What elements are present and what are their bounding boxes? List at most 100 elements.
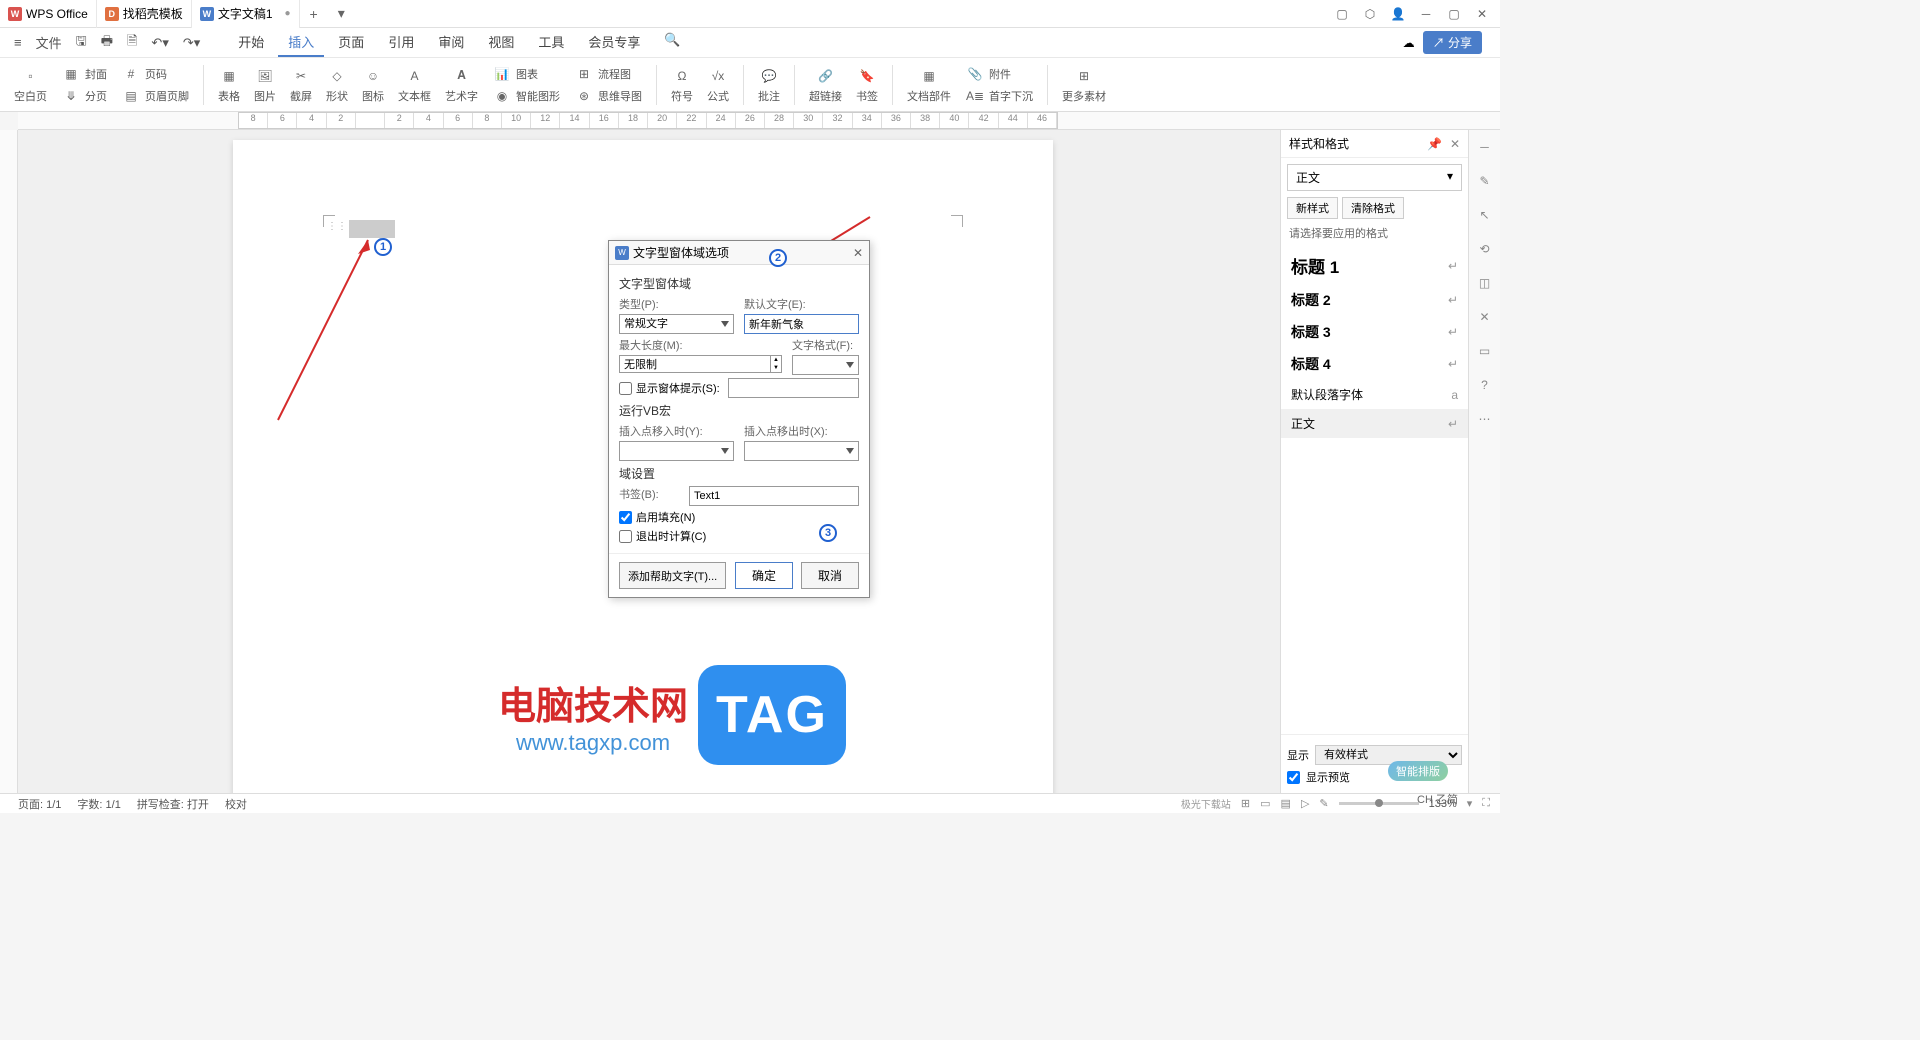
drag-handle[interactable]: ⋮⋮ bbox=[327, 221, 347, 232]
cloud-icon[interactable]: ☁ bbox=[1403, 36, 1415, 50]
select-icon[interactable]: ↖ bbox=[1476, 206, 1494, 224]
type-select[interactable]: 常规文字 bbox=[619, 314, 734, 334]
ribbon-docparts[interactable]: ▦文档部件 bbox=[903, 66, 955, 104]
spin-up[interactable]: ▲ bbox=[771, 356, 781, 364]
current-style[interactable]: 正文 ▾ bbox=[1287, 164, 1462, 191]
file-menu[interactable]: 文件 bbox=[30, 29, 68, 56]
default-text-input[interactable] bbox=[744, 314, 859, 334]
format-select[interactable] bbox=[792, 355, 859, 375]
style-item[interactable]: 默认段落字体a bbox=[1281, 380, 1468, 409]
ribbon-screenshot[interactable]: ✂截屏 bbox=[286, 66, 316, 104]
ribbon-flowchart[interactable]: ⊞流程图 bbox=[574, 64, 642, 84]
ribbon-hyperlink[interactable]: 🔗超链接 bbox=[805, 66, 846, 104]
entry-macro-select[interactable] bbox=[619, 441, 734, 461]
undo-icon[interactable]: ↶▾ bbox=[145, 31, 174, 55]
dialog-titlebar[interactable]: W 文字型窗体域选项 2 ✕ bbox=[609, 241, 869, 265]
preview-icon[interactable]: 🗎 bbox=[121, 28, 143, 58]
menu-page[interactable]: 页面 bbox=[328, 28, 374, 57]
exit-macro-select[interactable] bbox=[744, 441, 859, 461]
view-mode-icon[interactable]: ▭ bbox=[1260, 797, 1270, 810]
spell-status[interactable]: 拼写检查: 打开 bbox=[129, 796, 217, 812]
style-item[interactable]: 标题 2↵ bbox=[1281, 284, 1468, 316]
view-mode-icon[interactable]: ▤ bbox=[1281, 797, 1291, 810]
ribbon-pagenum[interactable]: #页码 bbox=[121, 64, 189, 84]
ruler-horizontal[interactable]: 8642246810121416182022242628303234363840… bbox=[18, 112, 1500, 130]
view-mode-icon[interactable]: ✎ bbox=[1319, 797, 1328, 810]
tab-template[interactable]: D 找稻壳模板 bbox=[97, 0, 192, 28]
close-icon[interactable]: ✕ bbox=[1474, 6, 1490, 22]
tab-document[interactable]: W 文字文稿1 ● bbox=[192, 0, 300, 28]
ribbon-attachment[interactable]: 📎附件 bbox=[965, 64, 1033, 84]
style-item[interactable]: 标题 4↵ bbox=[1281, 348, 1468, 380]
style-item[interactable]: 标题 3↵ bbox=[1281, 316, 1468, 348]
minimize-icon[interactable]: ─ bbox=[1418, 6, 1434, 22]
ribbon-table[interactable]: ▦表格 bbox=[214, 66, 244, 104]
style-item[interactable]: 标题 1↵ bbox=[1281, 247, 1468, 284]
proof-status[interactable]: 校对 bbox=[217, 796, 255, 812]
maxlen-input[interactable] bbox=[619, 355, 771, 373]
enable-fill-checkbox[interactable] bbox=[619, 511, 632, 524]
panel-icon[interactable]: ▢ bbox=[1334, 6, 1350, 22]
tools-icon[interactable]: ✕ bbox=[1476, 308, 1494, 326]
ribbon-bookmark[interactable]: 🔖书签 bbox=[852, 66, 882, 104]
ribbon-chart[interactable]: 📊图表 bbox=[492, 64, 560, 84]
menu-review[interactable]: 审阅 bbox=[428, 28, 474, 57]
menu-member[interactable]: 会员专享 bbox=[578, 28, 650, 57]
fullscreen-icon[interactable]: ⛶ bbox=[1482, 797, 1490, 810]
book-icon[interactable]: ▭ bbox=[1476, 342, 1494, 360]
smart-layout-badge[interactable]: 智能排版 bbox=[1388, 761, 1448, 781]
bookmark-input[interactable] bbox=[689, 486, 859, 506]
ribbon-comment[interactable]: 💬批注 bbox=[754, 66, 784, 104]
new-style-button[interactable]: 新样式 bbox=[1287, 197, 1338, 219]
menu-tools[interactable]: 工具 bbox=[528, 28, 574, 57]
ribbon-symbol[interactable]: Ω符号 bbox=[667, 66, 697, 104]
ribbon-picture[interactable]: 🖼图片 bbox=[250, 66, 280, 104]
exit-calc-checkbox[interactable] bbox=[619, 530, 632, 543]
maximize-icon[interactable]: ▢ bbox=[1446, 6, 1462, 22]
minimize-icon[interactable]: ─ bbox=[1476, 138, 1494, 156]
show-prompt-input[interactable] bbox=[728, 378, 859, 398]
style-item[interactable]: 正文↵ bbox=[1281, 409, 1468, 438]
search-icon[interactable]: 🔍 bbox=[654, 28, 690, 57]
word-count[interactable]: 字数: 1/1 bbox=[69, 796, 128, 812]
menu-icon[interactable]: ≡ bbox=[8, 31, 28, 54]
maxlen-spinner[interactable]: ▲▼ bbox=[619, 355, 782, 373]
ribbon-more[interactable]: ⊞更多素材 bbox=[1058, 66, 1110, 104]
help-icon[interactable]: ? bbox=[1476, 376, 1494, 394]
edit-icon[interactable]: ✎ bbox=[1476, 172, 1494, 190]
help-text-button[interactable]: 添加帮助文字(T)... bbox=[619, 562, 726, 589]
ribbon-cover[interactable]: ▦封面 bbox=[61, 64, 107, 84]
close-icon[interactable]: ● bbox=[285, 8, 291, 19]
ribbon-blank[interactable]: ▫空白页 bbox=[10, 66, 51, 104]
ribbon-split[interactable]: ⤋分页 bbox=[61, 86, 107, 106]
view-mode-icon[interactable]: ⊞ bbox=[1241, 797, 1250, 810]
share-button[interactable]: ↗ 分享 bbox=[1423, 31, 1482, 54]
ruler-vertical[interactable] bbox=[0, 130, 18, 795]
ribbon-smartart[interactable]: ◉智能图形 bbox=[492, 86, 560, 106]
ribbon-header-footer[interactable]: ▤页眉页脚 bbox=[121, 86, 189, 106]
redo-icon[interactable]: ↷▾ bbox=[177, 31, 206, 55]
form-field[interactable] bbox=[349, 220, 395, 238]
avatar-icon[interactable]: 👤 bbox=[1390, 6, 1406, 22]
tab-menu[interactable]: ▾ bbox=[328, 5, 355, 22]
preview-checkbox[interactable] bbox=[1287, 771, 1300, 784]
print-icon[interactable]: 🖶 bbox=[95, 28, 119, 58]
view-mode-icon[interactable]: ▷ bbox=[1301, 797, 1309, 810]
more-icon[interactable]: ⋯ bbox=[1476, 410, 1494, 428]
clear-format-button[interactable]: 清除格式 bbox=[1342, 197, 1404, 219]
refresh-icon[interactable]: ⟲ bbox=[1476, 240, 1494, 258]
spin-down[interactable]: ▼ bbox=[771, 364, 781, 372]
ribbon-textbox[interactable]: A文本框 bbox=[394, 66, 435, 104]
ribbon-formula[interactable]: √x公式 bbox=[703, 66, 733, 104]
tab-add[interactable]: + bbox=[300, 6, 328, 22]
ribbon-icon-btn[interactable]: ☺图标 bbox=[358, 66, 388, 104]
ok-button[interactable]: 确定 bbox=[735, 562, 793, 589]
ribbon-shape[interactable]: ◇形状 bbox=[322, 66, 352, 104]
ribbon-dropcap[interactable]: A≣首字下沉 bbox=[965, 86, 1033, 106]
cube-icon[interactable]: ⬡ bbox=[1362, 6, 1378, 22]
pin-icon[interactable]: 📌 bbox=[1427, 137, 1442, 151]
menu-start[interactable]: 开始 bbox=[228, 28, 274, 57]
close-icon[interactable]: ✕ bbox=[1450, 137, 1460, 151]
zoom-slider[interactable] bbox=[1339, 802, 1419, 805]
ribbon-mindmap[interactable]: ⊛思维导图 bbox=[574, 86, 642, 106]
